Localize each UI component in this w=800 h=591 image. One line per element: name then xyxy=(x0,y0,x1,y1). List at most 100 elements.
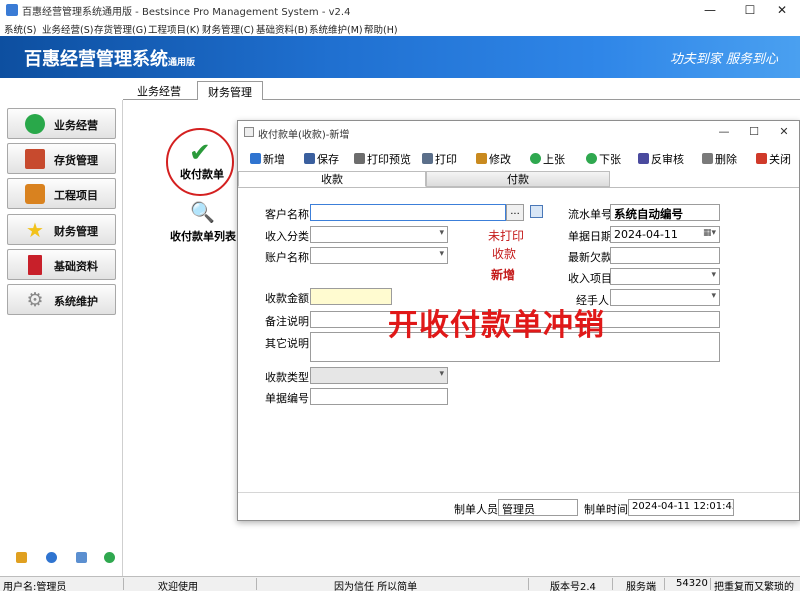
puzzle-icon xyxy=(25,184,45,204)
receipt-form: 客户名称 ... 收入分类 ▾ 账户名称 ▾ 收款金额 备注说明 其它说明 收款… xyxy=(238,187,799,492)
sidebar-item-inventory[interactable]: 存货管理 xyxy=(7,143,116,174)
info-icon[interactable] xyxy=(46,552,57,563)
subtab-payment[interactable]: 付款 xyxy=(426,171,610,187)
overlay-annotation: 开收付款单冲销 xyxy=(388,308,605,343)
print-preview-button[interactable]: 打印预览 xyxy=(354,151,411,167)
creator-label: 制单人员 xyxy=(454,503,498,516)
handler-select[interactable]: ▾ xyxy=(610,289,720,306)
print-status: 未打印 xyxy=(488,229,525,243)
menu-inventory[interactable]: 存货管理(G) xyxy=(94,22,147,36)
unapprove-button[interactable]: 反审核 xyxy=(638,151,684,167)
serial-label: 流水单号 xyxy=(568,208,612,221)
tab-business[interactable]: 业务经营 xyxy=(127,81,191,101)
menu-maintenance[interactable]: 系统维护(M) xyxy=(309,22,363,36)
creator-value: 管理员 xyxy=(498,499,578,516)
launcher-label: 收付款单 xyxy=(180,168,224,181)
launcher-label: 收付款单列表 xyxy=(170,230,236,243)
debt-input xyxy=(610,247,720,264)
dialog-close-button[interactable]: ✕ xyxy=(768,121,800,143)
sidebar-item-label: 基础资料 xyxy=(54,260,98,273)
refresh-icon[interactable] xyxy=(104,552,115,563)
doc-no-label: 单据编号 xyxy=(265,392,309,405)
house-icon xyxy=(25,149,45,169)
status-motto: 因为信任 所以简单 xyxy=(334,582,418,591)
menu-finance[interactable]: 财务管理(C) xyxy=(202,22,254,36)
remarks-label: 备注说明 xyxy=(265,315,309,328)
window-titlebar: 百惠经营管理系统通用版 - Bestsince Pro Management S… xyxy=(0,0,800,20)
sidebar-item-label: 财务管理 xyxy=(54,225,98,238)
brand-logo: 百惠经营管理系统通用版 xyxy=(24,45,195,71)
sidebar-item-finance[interactable]: ★ 财务管理 xyxy=(7,214,116,245)
dialog-title: 收付款单(收款)-新增 xyxy=(258,130,350,141)
income-type-select[interactable]: ▾ xyxy=(310,226,448,243)
serial-value: 系统自动编号 xyxy=(610,204,720,221)
dialog-maximize-button[interactable]: ☐ xyxy=(738,121,770,143)
minimize-button[interactable]: — xyxy=(690,0,730,20)
income-item-select[interactable]: ▾ xyxy=(610,268,720,285)
sidebar-item-projects[interactable]: 工程项目 xyxy=(7,178,116,209)
save-button[interactable]: 保存 xyxy=(304,151,339,167)
customer-input[interactable] xyxy=(310,204,506,221)
date-value: 2024-04-11 xyxy=(614,228,678,241)
customer-lookup-icon[interactable] xyxy=(530,205,543,218)
print-button[interactable]: 打印 xyxy=(422,151,457,167)
tab-finance[interactable]: 财务管理 xyxy=(197,81,263,101)
calendar-icon: ▦▾ xyxy=(702,228,716,238)
close-dialog-button[interactable]: 关闭 xyxy=(756,151,791,167)
launcher-receipt-list[interactable]: 🔍 收付款单列表 xyxy=(168,200,248,243)
sidebar-item-maintenance[interactable]: ⚙ 系统维护 xyxy=(7,284,116,315)
previous-button[interactable]: 上张 xyxy=(530,151,565,167)
magnifier-icon: 🔍 xyxy=(190,200,215,224)
next-button[interactable]: 下张 xyxy=(586,151,621,167)
status-scroll-message: 把重复而又繁琐的 xyxy=(714,582,794,591)
subtab-receipt[interactable]: 收款 xyxy=(238,171,426,187)
amount-input[interactable] xyxy=(310,288,392,305)
income-item-label: 收入项目 xyxy=(568,272,612,285)
check-circle-icon xyxy=(25,114,45,134)
menu-help[interactable]: 帮助(H) xyxy=(364,22,398,36)
monitor-icon[interactable] xyxy=(76,552,87,563)
collect-type-select[interactable]: ▾ xyxy=(310,367,448,384)
time-value: 2024-04-11 12:01:45 xyxy=(628,499,734,516)
close-door-icon xyxy=(756,153,767,164)
menu-projects[interactable]: 工程项目(K) xyxy=(148,22,200,36)
edit-icon xyxy=(476,153,487,164)
menu-business[interactable]: 业务经营(S) xyxy=(42,22,93,36)
menu-basic-data[interactable]: 基础资料(B) xyxy=(256,22,308,36)
doc-no-input[interactable] xyxy=(310,388,448,405)
document-kind: 收款 xyxy=(492,247,517,261)
dialog-minimize-button[interactable]: — xyxy=(708,121,740,143)
account-select[interactable]: ▾ xyxy=(310,247,448,264)
dialog-toolbar: 新增 保存 打印预览 打印 修改 上张 下张 反审核 删除 关闭 xyxy=(238,147,799,169)
status-bar: 用户名:管理员 欢迎使用 因为信任 所以简单 版本号2.4 服务端 54320 … xyxy=(0,576,800,591)
module-tabstrip: 业务经营 财务管理 xyxy=(123,78,800,101)
sidebar-item-business[interactable]: 业务经营 xyxy=(7,108,116,139)
sidebar-item-basic-data[interactable]: 基础资料 xyxy=(7,249,116,280)
edit-button[interactable]: 修改 xyxy=(476,151,511,167)
sidebar-item-label: 业务经营 xyxy=(54,119,98,132)
launcher-receipt[interactable]: ✔ 收付款单 xyxy=(166,128,246,208)
close-button[interactable]: ✕ xyxy=(762,0,800,20)
new-button[interactable]: 新增 xyxy=(250,151,285,167)
brand-edition: 通用版 xyxy=(168,58,196,68)
gear-icon: ⚙ xyxy=(26,289,44,311)
debt-label: 最新欠款 xyxy=(568,251,612,264)
chevron-down-icon: ▾ xyxy=(439,369,444,379)
mode-status: 新增 xyxy=(491,268,516,282)
status-port: 54320 xyxy=(676,578,708,589)
window-title: 百惠经营管理系统通用版 - Bestsince Pro Management S… xyxy=(22,7,351,18)
customer-browse-button[interactable]: ... xyxy=(506,204,524,221)
check-mark-icon: ✔ xyxy=(189,138,211,168)
delete-icon xyxy=(702,153,713,164)
status-server: 服务端 xyxy=(626,582,656,591)
date-picker[interactable]: 2024-04-11 ▦▾ xyxy=(610,226,720,243)
menu-system[interactable]: 系统(S) xyxy=(4,22,36,36)
edit-icon[interactable] xyxy=(16,552,27,563)
customer-label: 客户名称 xyxy=(265,208,309,221)
dialog-titlebar: 收付款单(收款)-新增 — ☐ ✕ xyxy=(238,121,799,143)
status-welcome: 欢迎使用 xyxy=(158,582,198,591)
amount-label: 收款金额 xyxy=(265,292,309,305)
other-label: 其它说明 xyxy=(265,337,309,350)
sidebar-item-label: 系统维护 xyxy=(54,295,98,308)
delete-button[interactable]: 删除 xyxy=(702,151,737,167)
